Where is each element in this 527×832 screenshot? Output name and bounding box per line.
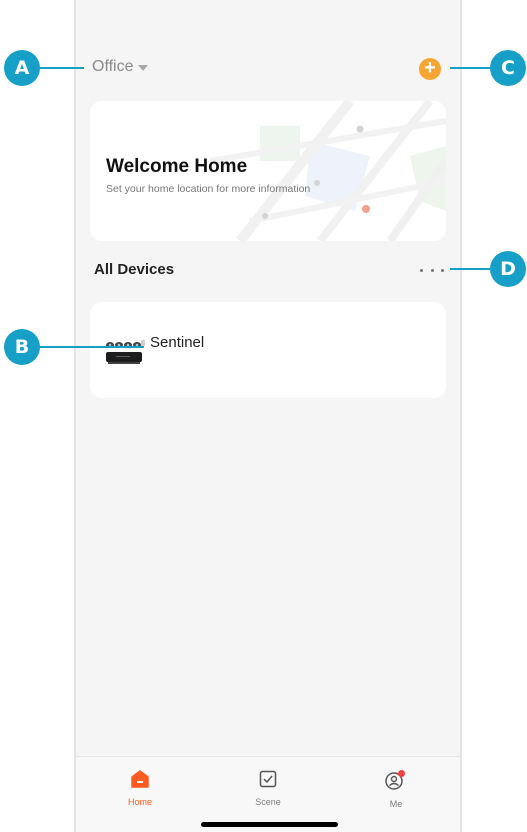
tab-scene-label: Scene xyxy=(255,797,281,807)
tab-home[interactable]: Home xyxy=(110,769,170,807)
notification-badge xyxy=(398,770,405,777)
plus-icon: + xyxy=(424,57,436,79)
welcome-subtitle: Set your home location for more informat… xyxy=(106,183,311,195)
caret-down-icon xyxy=(137,65,148,71)
callout-line-a xyxy=(40,67,84,69)
all-devices-title: All Devices xyxy=(94,261,175,278)
device-name: Sentinel xyxy=(150,334,205,351)
scene-checkbox-icon xyxy=(259,770,277,788)
dot-icon xyxy=(420,268,423,272)
more-options-button[interactable] xyxy=(420,262,444,278)
callout-line-b xyxy=(40,346,144,348)
tab-me-label: Me xyxy=(389,799,403,809)
tab-home-label: Home xyxy=(127,797,152,807)
security-camera-kit-icon xyxy=(106,340,145,364)
callout-a: A xyxy=(4,50,40,86)
add-device-button[interactable]: + xyxy=(419,58,441,80)
profile-icon xyxy=(385,770,405,790)
callout-d: D xyxy=(490,251,526,287)
location-label: Office xyxy=(92,58,134,75)
tab-bar: Home Scene Me xyxy=(76,756,460,832)
dot-icon xyxy=(441,268,444,272)
tab-me[interactable]: Me xyxy=(366,769,426,809)
dot-icon xyxy=(430,268,434,272)
app-screen: Office + Welcome Home Set your home loca… xyxy=(74,0,462,832)
callout-c: C xyxy=(490,50,526,86)
location-selector[interactable]: Office xyxy=(92,58,148,76)
welcome-card[interactable]: Welcome Home Set your home location for … xyxy=(90,101,446,241)
device-card-sentinel[interactable]: Sentinel xyxy=(90,302,446,398)
callout-b: B xyxy=(4,329,40,365)
welcome-title: Welcome Home xyxy=(106,156,248,177)
home-indicator xyxy=(201,822,338,827)
callout-line-d xyxy=(450,268,494,270)
callout-line-c xyxy=(450,67,494,69)
tab-scene[interactable]: Scene xyxy=(238,769,298,807)
home-icon xyxy=(131,770,149,788)
